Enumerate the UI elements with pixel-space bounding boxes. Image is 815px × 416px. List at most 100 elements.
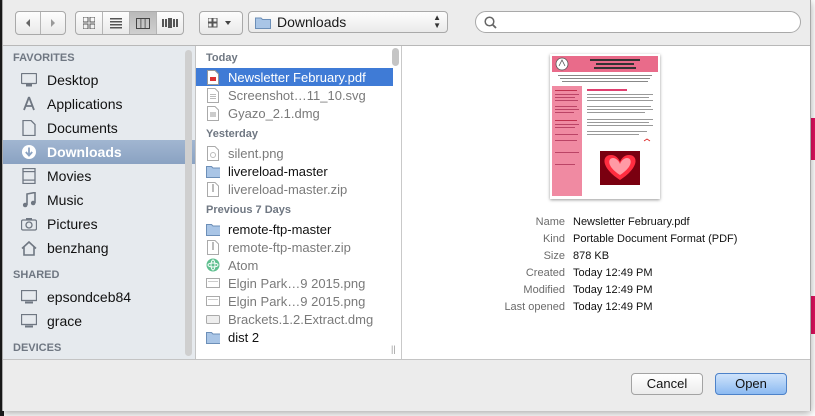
sidebar-item-grace[interactable]: grace	[3, 309, 195, 333]
back-button[interactable]	[16, 12, 41, 34]
coverflow-view-button[interactable]	[157, 12, 183, 34]
image-file-icon	[206, 276, 220, 291]
sidebar-item-downloads[interactable]: Downloads	[3, 140, 195, 164]
group-header-yesterday: Yesterday	[206, 128, 258, 140]
sidebar-section-shared: SHARED	[13, 269, 60, 281]
dmg-file-icon	[206, 105, 220, 121]
file-row[interactable]: Newsletter February.pdf	[196, 68, 393, 86]
sidebar-item-label: Desktop	[47, 72, 99, 88]
file-row[interactable]: livereload-master.zip	[196, 180, 401, 198]
file-row[interactable]: silent.png	[196, 144, 401, 162]
arrange-grid-icon	[208, 18, 231, 28]
arrange-menu[interactable]	[199, 11, 243, 35]
group-header-previous-7-days: Previous 7 Days	[206, 204, 291, 216]
sidebar-item-label: Documents	[47, 120, 118, 136]
icon-view-button[interactable]	[76, 12, 103, 34]
info-value: Today 12:49 PM	[573, 284, 653, 296]
sidebar-item-applications[interactable]: Applications	[3, 92, 195, 116]
toolbar: Downloads ▲ ▼	[3, 0, 810, 46]
file-row[interactable]: Elgin Park…9 2015.png	[196, 274, 401, 292]
sidebar-item-label: Downloads	[47, 144, 122, 160]
dialog-footer: Cancel Open	[3, 359, 810, 411]
cancel-button[interactable]: Cancel	[631, 373, 703, 395]
info-row-name: Name Newsletter February.pdf	[402, 216, 810, 233]
home-icon	[19, 238, 39, 258]
info-label: Size	[543, 250, 565, 262]
info-label: Created	[525, 267, 565, 279]
file-row[interactable]: remote-ftp-master.zip	[196, 238, 401, 256]
file-name: remote-ftp-master	[228, 221, 332, 237]
image-file-icon	[206, 145, 220, 161]
image-file-icon	[206, 294, 220, 309]
file-name: Elgin Park…9 2015.png	[228, 275, 366, 291]
file-name: Brackets.1.2.Extract.dmg	[228, 311, 374, 327]
file-row[interactable]: Screenshot…11_10.svg	[196, 86, 401, 104]
svg-file-icon	[206, 87, 220, 103]
file-name: Elgin Park…9 2015.png	[228, 293, 366, 309]
downloads-icon	[19, 142, 39, 162]
file-row[interactable]: remote-ftp-master	[196, 220, 401, 238]
column-view-button[interactable]	[130, 12, 157, 34]
document-thumbnail	[550, 54, 660, 199]
sidebar-scrollbar[interactable]	[185, 50, 192, 356]
file-name: Atom	[228, 257, 259, 273]
sidebar-item-documents[interactable]: Documents	[3, 116, 195, 140]
chevron-left-icon	[26, 19, 30, 27]
preview-pane: Name Newsletter February.pdf Kind Portab…	[402, 46, 810, 359]
sidebar-item-home[interactable]: benzhang	[3, 236, 195, 260]
search-field[interactable]	[475, 11, 801, 33]
info-row-size: Size 878 KB	[402, 250, 810, 267]
column-resize-handle[interactable]: ||	[391, 344, 396, 354]
open-file-dialog: Downloads ▲ ▼ FAVORITES Desktop Applicati…	[2, 0, 811, 411]
sidebar-section-favorites: FAVORITES	[13, 52, 75, 64]
grid-icon	[83, 17, 95, 29]
sidebar-item-label: Movies	[47, 168, 92, 184]
info-row-last-opened: Last opened Today 12:49 PM	[402, 301, 810, 318]
sidebar-item-label: Music	[47, 192, 84, 208]
sidebar-item-pictures[interactable]: Pictures	[3, 212, 195, 236]
file-row[interactable]: Atom	[196, 256, 401, 274]
folder-path-popup[interactable]: Downloads ▲ ▼	[248, 11, 448, 33]
sidebar-item-desktop[interactable]: Desktop	[3, 68, 195, 92]
list-icon	[110, 17, 122, 28]
music-icon	[19, 190, 39, 210]
info-row-created: Created Today 12:49 PM	[402, 267, 810, 284]
atom-app-icon	[206, 258, 220, 273]
file-name: Newsletter February.pdf	[228, 69, 366, 85]
sidebar-item-epsondceb84[interactable]: epsondceb84	[3, 285, 195, 309]
file-name: livereload-master	[228, 163, 328, 179]
list-view-button[interactable]	[103, 12, 130, 34]
info-value: 878 KB	[573, 250, 610, 262]
forward-button[interactable]	[41, 12, 65, 34]
folder-icon	[206, 222, 220, 237]
info-value: Newsletter February.pdf	[573, 216, 690, 228]
info-value: Today 12:49 PM	[573, 301, 653, 313]
arrange-button[interactable]	[200, 12, 242, 34]
applications-icon	[19, 94, 39, 114]
file-row[interactable]: livereload-master	[196, 162, 401, 180]
search-input[interactable]	[503, 13, 787, 31]
columns-icon	[136, 17, 150, 29]
pdf-file-icon	[206, 69, 220, 85]
sidebar-item-movies[interactable]: Movies	[3, 164, 195, 188]
file-column: Today Newsletter February.pdf Screenshot…	[196, 46, 402, 359]
sidebar-item-music[interactable]: Music	[3, 188, 195, 212]
info-row-modified: Modified Today 12:49 PM	[402, 284, 810, 301]
sidebar-item-label: epsondceb84	[47, 289, 132, 305]
sidebar-section-devices: DEVICES	[13, 342, 62, 354]
file-name: silent.png	[228, 145, 284, 161]
zip-file-icon	[206, 239, 220, 255]
open-button[interactable]: Open	[715, 373, 787, 395]
history-nav	[15, 11, 66, 35]
info-row-kind: Kind Portable Document Format (PDF)	[402, 233, 810, 250]
folder-icon	[206, 164, 220, 179]
file-name: Screenshot…11_10.svg	[228, 87, 366, 103]
file-row[interactable]: Brackets.1.2.Extract.dmg	[196, 310, 401, 328]
file-row[interactable]: Elgin Park…9 2015.png	[196, 292, 401, 310]
file-row[interactable]: Gyazo_2.1.dmg	[196, 104, 401, 122]
newsletter-page-image	[550, 54, 660, 199]
info-value: Portable Document Format (PDF)	[573, 233, 738, 245]
column-scrollbar[interactable]	[392, 48, 399, 66]
file-row[interactable]: dist 2	[196, 328, 401, 346]
info-label: Last opened	[504, 301, 565, 313]
